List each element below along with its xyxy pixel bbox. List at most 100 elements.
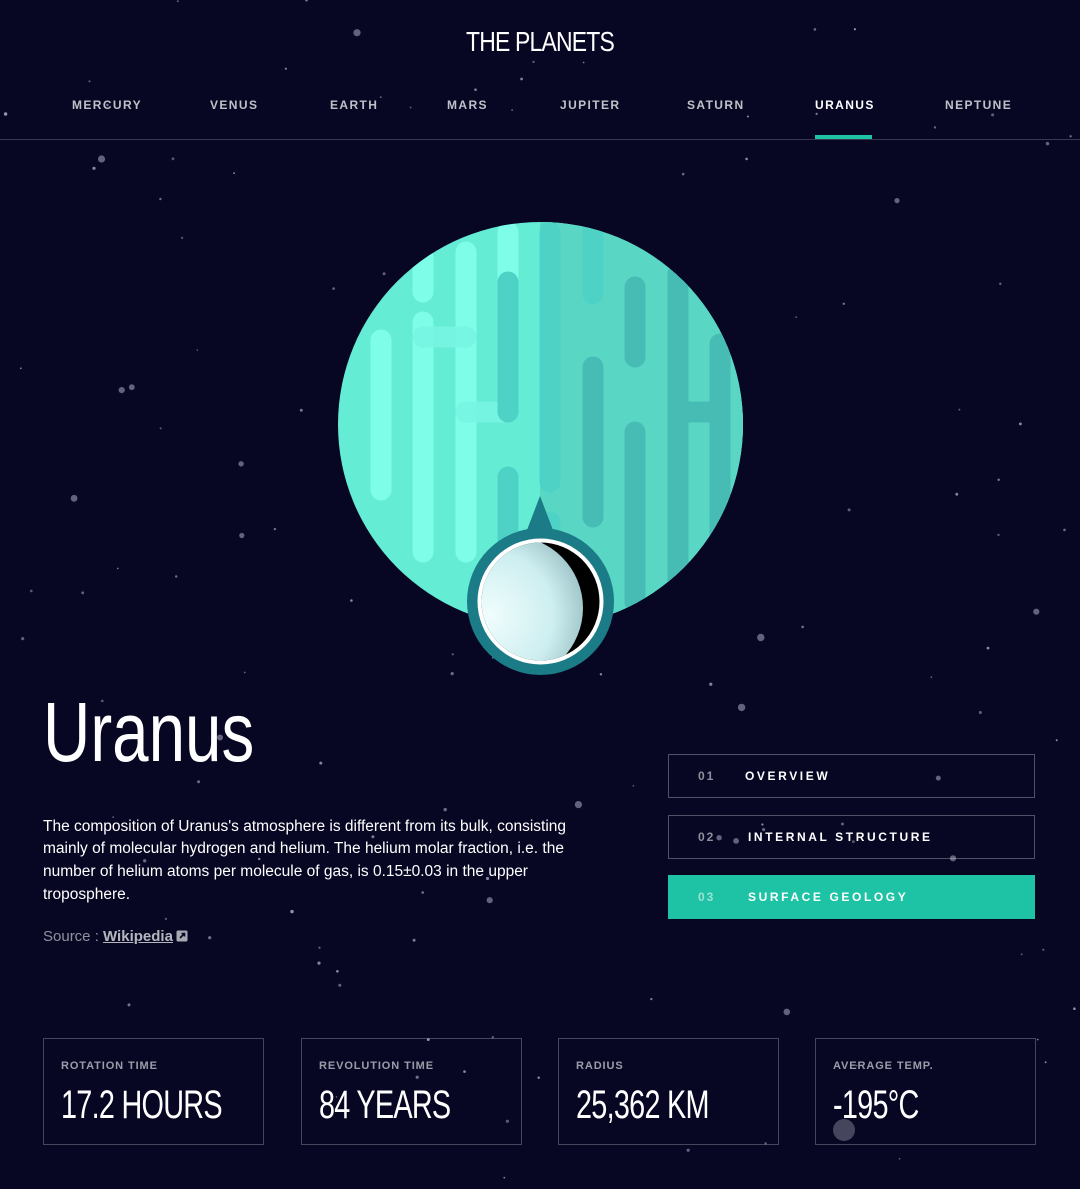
star xyxy=(159,197,162,201)
star xyxy=(332,287,335,290)
star xyxy=(118,387,125,394)
stat-label: REVOLUTION TIME xyxy=(319,1060,434,1072)
star xyxy=(1020,953,1023,956)
star xyxy=(128,384,135,391)
nav-item-mercury[interactable]: MERCURY xyxy=(72,98,142,112)
star xyxy=(319,761,323,765)
star xyxy=(196,349,199,351)
site-logo[interactable]: THE PLANETS xyxy=(97,26,983,58)
star xyxy=(986,646,990,650)
star xyxy=(238,461,244,467)
star xyxy=(958,408,961,411)
star xyxy=(1063,528,1066,532)
star xyxy=(70,494,78,502)
star xyxy=(574,801,583,809)
star xyxy=(336,970,339,973)
external-link-icon[interactable] xyxy=(176,930,188,942)
star xyxy=(318,946,321,949)
nav-item-saturn[interactable]: SATURN xyxy=(687,98,745,112)
stat-rotation-time: ROTATION TIME 17.2 HOURS xyxy=(43,1038,264,1145)
star xyxy=(19,367,22,370)
star xyxy=(97,155,106,163)
nav-item-neptune[interactable]: NEPTUNE xyxy=(945,98,1012,112)
star xyxy=(997,478,1000,481)
nav-item-jupiter[interactable]: JUPITER xyxy=(560,98,620,112)
stat-value: -195°C xyxy=(833,1083,919,1127)
star xyxy=(299,408,303,412)
star xyxy=(757,633,765,642)
source-prefix: Source : xyxy=(43,928,104,945)
star xyxy=(1055,739,1058,742)
star xyxy=(955,492,959,496)
star xyxy=(795,316,797,318)
tab-overview[interactable]: 01 OVERVIEW xyxy=(668,754,1035,798)
star xyxy=(1073,1007,1076,1010)
star xyxy=(175,575,178,578)
star xyxy=(290,909,294,914)
nav-item-mars[interactable]: MARS xyxy=(447,98,488,112)
star xyxy=(894,198,900,204)
planet-description: The composition of Uranus's atmosphere i… xyxy=(43,817,567,903)
star xyxy=(412,938,416,942)
star xyxy=(686,1148,690,1152)
star xyxy=(233,172,236,175)
star xyxy=(1045,141,1050,146)
star xyxy=(239,532,245,539)
star xyxy=(783,1008,791,1016)
stat-average-temp: AVERAGE TEMP. -195°C xyxy=(815,1038,1036,1145)
stat-label: RADIUS xyxy=(576,1060,624,1072)
stat-value: 25,362 KM xyxy=(576,1083,710,1127)
star xyxy=(737,703,746,712)
stat-revolution-time: REVOLUTION TIME 84 YEARS xyxy=(301,1038,522,1145)
star xyxy=(537,1076,540,1079)
star xyxy=(21,637,25,641)
star xyxy=(632,784,635,787)
star xyxy=(443,807,447,812)
tab-label: INTERNAL STRUCTURE xyxy=(748,830,933,844)
star xyxy=(208,936,212,940)
nav-item-earth[interactable]: EARTH xyxy=(330,98,378,112)
star xyxy=(92,166,96,170)
star xyxy=(997,533,1000,537)
star xyxy=(650,997,653,1001)
stat-label: AVERAGE TEMP. xyxy=(833,1060,934,1072)
star xyxy=(450,672,454,676)
planet-name: Uranus xyxy=(43,685,255,779)
nav-item-venus[interactable]: VENUS xyxy=(210,98,258,112)
tab-surface-geology[interactable]: 03 SURFACE GEOLOGY xyxy=(668,875,1035,919)
stat-value: 84 YEARS xyxy=(319,1083,451,1127)
source-line: Source : Wikipedia xyxy=(43,928,188,945)
surface-geology-inset xyxy=(467,496,614,676)
star xyxy=(159,427,162,430)
planet-nav: MERCURY VENUS EARTH MARS JUPITER SATURN … xyxy=(0,98,1080,139)
star xyxy=(171,157,175,161)
star xyxy=(801,625,804,629)
star xyxy=(503,1176,506,1179)
star xyxy=(30,589,33,593)
star xyxy=(317,961,321,965)
wikipedia-link[interactable]: Wikipedia xyxy=(103,928,173,945)
star xyxy=(164,917,167,921)
star xyxy=(338,983,342,987)
tab-label: OVERVIEW xyxy=(745,769,831,783)
nav-active-indicator xyxy=(815,135,872,139)
star xyxy=(1033,608,1040,615)
star xyxy=(681,172,685,176)
star xyxy=(1036,1038,1039,1041)
star xyxy=(709,682,713,686)
star xyxy=(1044,1061,1047,1064)
star xyxy=(127,1003,131,1007)
star xyxy=(847,508,851,512)
star xyxy=(898,1157,901,1160)
star xyxy=(451,653,454,656)
tab-internal-structure[interactable]: 02 INTERNAL STRUCTURE xyxy=(668,815,1035,859)
stat-radius: RADIUS 25,362 KM xyxy=(558,1038,779,1145)
star xyxy=(930,676,933,679)
star xyxy=(181,236,184,239)
nav-item-uranus[interactable]: URANUS xyxy=(815,98,875,112)
star xyxy=(745,157,748,161)
star xyxy=(1042,948,1045,951)
star xyxy=(978,711,982,714)
star xyxy=(273,527,277,531)
star xyxy=(117,567,119,570)
